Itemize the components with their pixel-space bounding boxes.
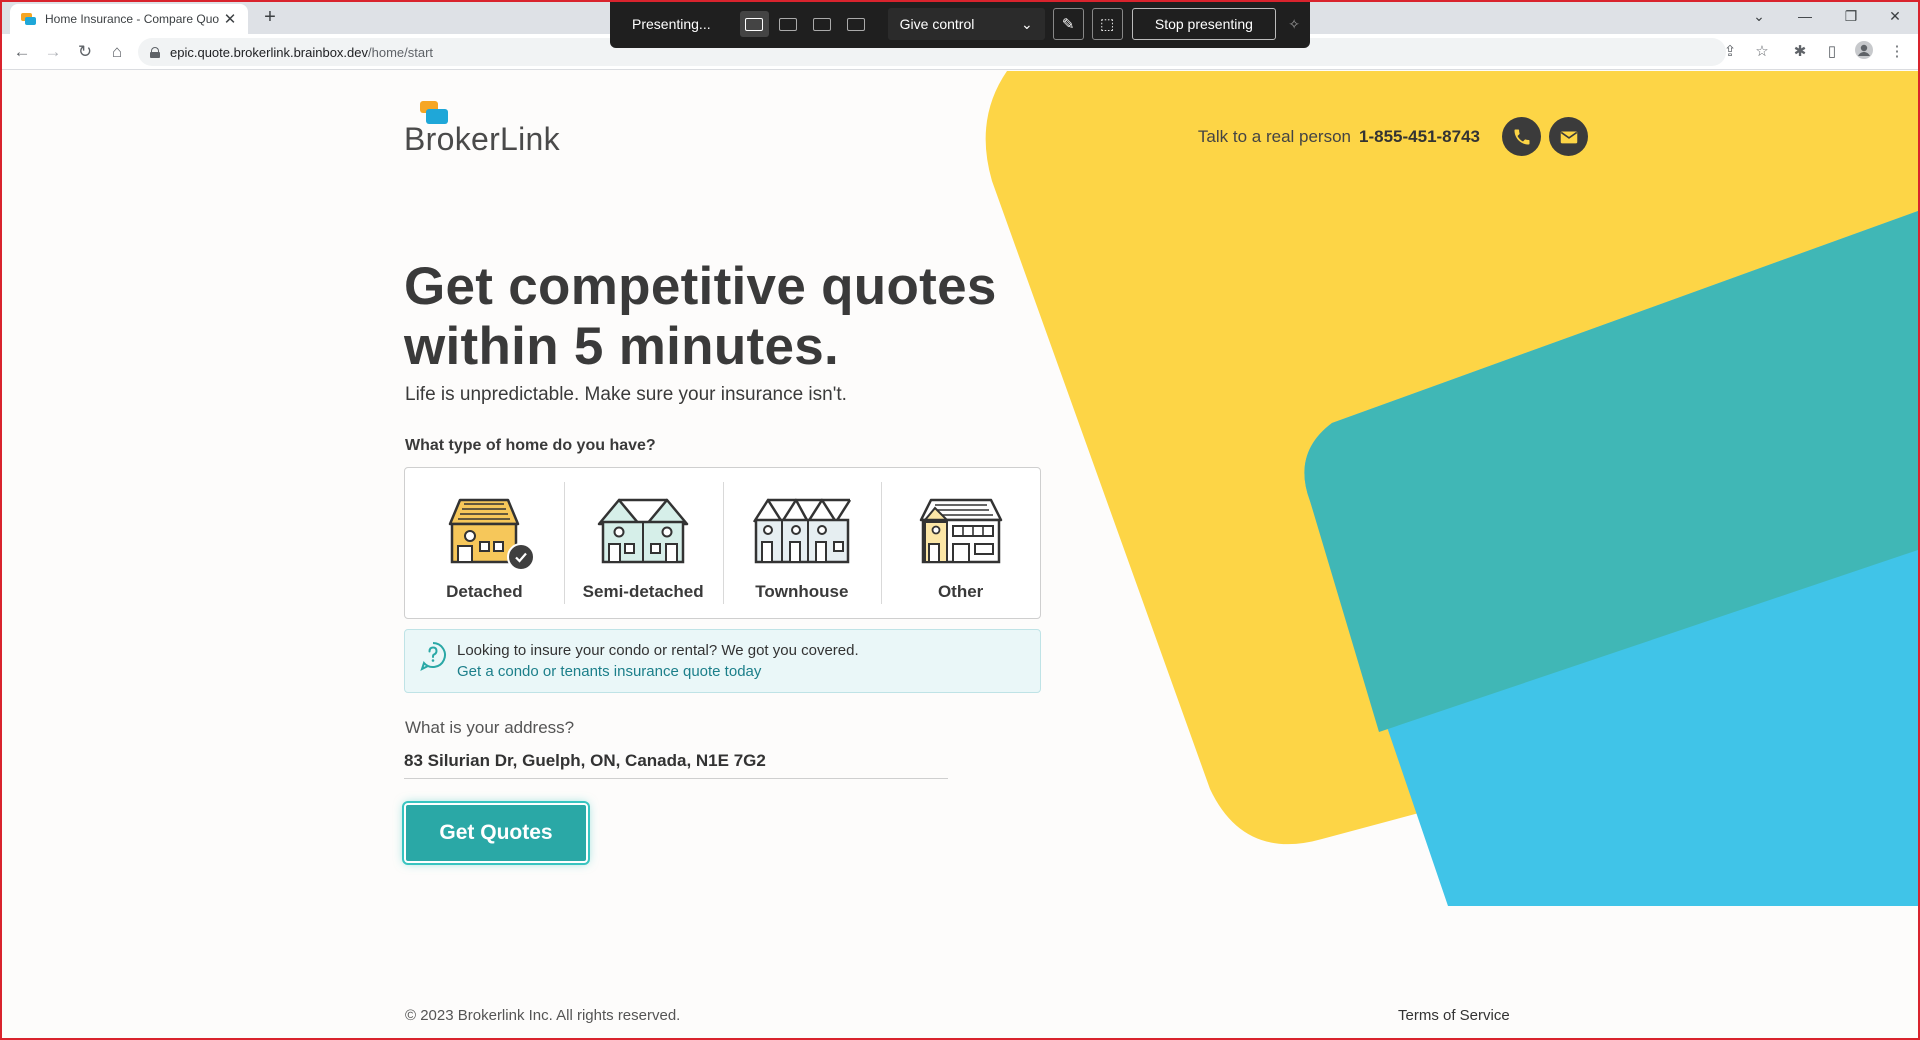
minimize-button[interactable]: —	[1782, 4, 1828, 28]
stop-presenting-button[interactable]: Stop presenting	[1131, 8, 1277, 40]
tab-title: Home Insurance - Compare Quo	[45, 12, 220, 26]
layout-pip-icon[interactable]	[774, 11, 803, 37]
subheadline: Life is unpredictable. Make sure your in…	[405, 384, 847, 405]
headline-line-2: within 5 minutes.	[404, 317, 840, 376]
terms-of-service-link[interactable]: Terms of Service	[1398, 1007, 1510, 1024]
home-type-townhouse[interactable]: Townhouse	[722, 468, 882, 618]
browser-tab[interactable]: Home Insurance - Compare Quo ✕	[10, 4, 248, 34]
address-input[interactable]	[404, 743, 948, 779]
phone-icon[interactable]	[1502, 117, 1541, 156]
home-type-semi-detached[interactable]: Semi-detached	[563, 468, 723, 618]
side-panel-icon[interactable]: ▯	[1820, 40, 1844, 64]
townhouse-icon	[752, 498, 851, 564]
tab-close-icon[interactable]: ✕	[222, 10, 238, 28]
annotate-pen-icon[interactable]: ✎	[1052, 8, 1084, 40]
layout-fullscreen-icon[interactable]	[739, 11, 769, 37]
page-title: Get competitive quotes within 5 minutes.	[404, 257, 1104, 377]
pin-icon[interactable]: ✧	[1288, 16, 1300, 33]
home-icon[interactable]: ⌂	[105, 40, 129, 64]
presenting-status: Presenting...	[632, 16, 711, 32]
share-icon[interactable]: ⇪	[1718, 40, 1742, 64]
address-question: What is your address?	[405, 718, 575, 737]
chevron-down-icon: ⌄	[1020, 15, 1033, 32]
lock-icon	[150, 46, 160, 58]
give-control-label: Give control	[899, 16, 975, 32]
condo-notice-banner: Looking to insure your condo or rental? …	[404, 629, 1041, 693]
other-house-icon	[919, 498, 1002, 564]
logo-text: BrokerLink	[404, 121, 560, 157]
profile-avatar-icon[interactable]	[1852, 40, 1876, 64]
give-control-dropdown[interactable]: Give control ⌄	[887, 8, 1045, 40]
layout-side-by-side-icon[interactable]	[808, 11, 837, 37]
contact-label: Talk to a real person	[1197, 126, 1352, 146]
selected-check-icon	[507, 543, 535, 571]
home-type-label: Townhouse	[755, 582, 849, 601]
home-type-detached[interactable]: Detached	[405, 468, 564, 618]
extensions-icon[interactable]: ✱	[1788, 40, 1812, 64]
phone-number[interactable]: 1-855-451-8743	[1359, 127, 1480, 147]
email-icon[interactable]	[1549, 117, 1588, 156]
page-viewport: BrokerLink Talk to a real person 1-855-4…	[2, 71, 1918, 1040]
layout-corner-icon[interactable]	[842, 11, 871, 37]
brokerlink-logo[interactable]: BrokerLink	[404, 99, 564, 157]
question-bubble-icon	[420, 642, 446, 671]
headline-line-1: Get competitive quotes	[404, 257, 997, 316]
footer-copyright: © 2023 Brokerlink Inc. All rights reserv…	[405, 1007, 681, 1024]
menu-kebab-icon[interactable]: ⋮	[1885, 40, 1909, 64]
new-tab-button[interactable]: +	[258, 5, 282, 29]
reload-icon[interactable]: ↻	[73, 40, 97, 64]
url-path: /home/start	[368, 44, 434, 60]
home-type-label: Other	[937, 582, 984, 601]
tab-search-icon[interactable]: ⌄	[1736, 4, 1782, 28]
url-host: epic.quote.brokerlink.brainbox.dev	[170, 44, 369, 60]
brokerlink-favicon-icon	[20, 11, 36, 27]
home-type-label: Detached	[446, 582, 523, 601]
home-type-label: Semi-detached	[582, 582, 704, 601]
notice-text: Looking to insure your condo or rental? …	[457, 642, 859, 659]
back-icon[interactable]: ←	[10, 40, 34, 64]
forward-icon[interactable]: →	[41, 40, 65, 64]
condo-quote-link[interactable]: Get a condo or tenants insurance quote t…	[457, 663, 761, 680]
bookmark-star-icon[interactable]: ☆	[1750, 40, 1774, 64]
restore-button[interactable]: ❐	[1828, 4, 1874, 28]
close-window-button[interactable]: ✕	[1872, 4, 1918, 28]
home-type-other[interactable]: Other	[881, 468, 1040, 618]
semi-detached-house-icon	[597, 498, 689, 564]
home-type-selector: Detached Semi-detached Townhouse Other	[404, 467, 1041, 619]
presenting-toolbar: Presenting... Give control ⌄ ✎ ⬚ Stop pr…	[610, 0, 1310, 48]
contact-bar: Talk to a real person 1-855-451-8743	[1198, 117, 1588, 156]
pointer-icon[interactable]: ⬚	[1091, 8, 1123, 40]
home-type-question: What type of home do you have?	[405, 437, 656, 454]
get-quotes-button[interactable]: Get Quotes	[404, 803, 588, 863]
